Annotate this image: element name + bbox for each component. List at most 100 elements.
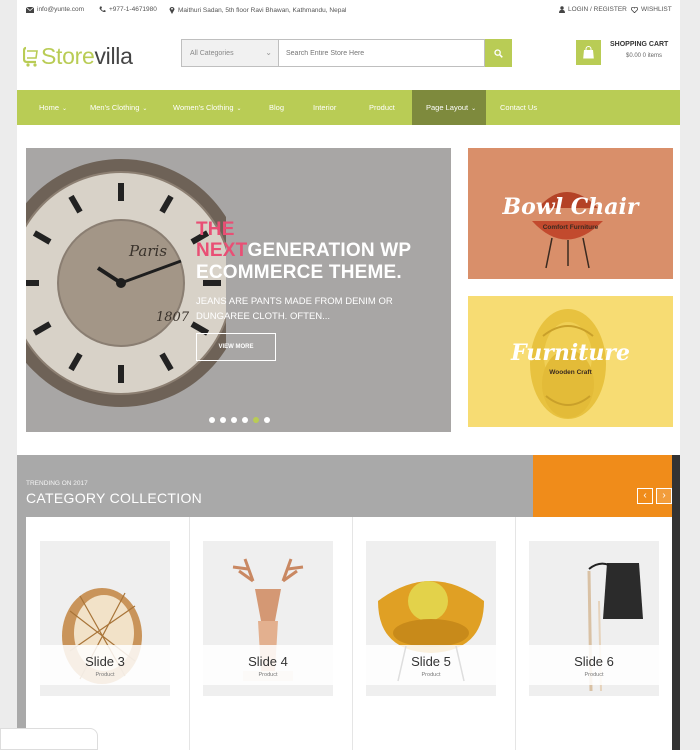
category-card[interactable]: Slide 5 Product bbox=[366, 541, 496, 696]
category-select-value: All Categories bbox=[190, 50, 234, 57]
address: Maithuri Sadan, 5th floor Ravi Bhawan, K… bbox=[169, 6, 346, 14]
card-subtitle: Product bbox=[258, 672, 278, 678]
logo-store-text: Store bbox=[41, 43, 95, 69]
card-subtitle: Product bbox=[421, 672, 441, 678]
card-divider bbox=[352, 517, 353, 750]
slider-dot[interactable] bbox=[242, 417, 248, 423]
nav-item-interior[interactable]: Interior bbox=[313, 90, 336, 125]
slider-dot[interactable] bbox=[231, 417, 237, 423]
search-button[interactable] bbox=[485, 39, 512, 67]
cart-summary: $0.00 0 items bbox=[626, 53, 663, 59]
nav-label: Product bbox=[369, 103, 395, 112]
envelope-icon bbox=[26, 6, 34, 13]
promo-title: Bowl Chair bbox=[502, 194, 639, 220]
slider-dots bbox=[209, 417, 270, 423]
clock-year: 1807 bbox=[156, 310, 190, 325]
slider-dot[interactable] bbox=[264, 417, 270, 423]
card-title: Slide 6 bbox=[574, 654, 614, 669]
user-icon bbox=[559, 6, 565, 13]
trending-label: TRENDING ON 2017 bbox=[26, 480, 88, 487]
category-card[interactable]: Slide 3 Product bbox=[40, 541, 170, 696]
nav-label: Home bbox=[39, 103, 60, 112]
hero-title-line-3: ECOMMERCE THEME. bbox=[196, 262, 402, 283]
category-collection: TRENDING ON 2017 CATEGORY COLLECTION ‹ ›… bbox=[17, 455, 680, 750]
address-text: Maithuri Sadan, 5th floor Ravi Bhawan, K… bbox=[178, 6, 347, 14]
promo-subtitle: Comfort Furniture bbox=[542, 224, 599, 231]
hero-title-line-2: NEXTGENERATION WP bbox=[196, 240, 411, 262]
carousel-arrows: ‹ › bbox=[637, 488, 672, 504]
phone-link[interactable]: +977-1-4671980 bbox=[99, 6, 157, 13]
promo-bowl-chair[interactable]: Bowl Chair Comfort Furniture bbox=[468, 148, 673, 279]
category-select[interactable]: All Categories ⌄ bbox=[181, 39, 278, 67]
hero-desc-line-1: JEANS ARE PANTS MADE FROM DENIM OR bbox=[196, 296, 393, 307]
card-divider bbox=[189, 517, 190, 750]
card-title: Slide 3 bbox=[85, 654, 125, 669]
hero-title-pink-1: THE bbox=[196, 219, 235, 240]
wishlist-link[interactable]: WISHLIST bbox=[631, 6, 672, 13]
card-title: Slide 4 bbox=[248, 654, 288, 669]
background-dark-edge bbox=[672, 455, 680, 750]
wall-clock-image bbox=[26, 159, 226, 407]
nav-label: Men's Clothing bbox=[90, 103, 140, 112]
hero-slider[interactable]: Paris 1807 THE NEXTGENERATION WP ECOMMER… bbox=[26, 148, 451, 432]
nav-item-contact-us[interactable]: Contact Us bbox=[500, 90, 537, 125]
card-caption: Slide 4 Product bbox=[203, 645, 333, 685]
page: info@yunte.com +977-1-4671980 Maithuri S… bbox=[17, 0, 680, 750]
card-caption: Slide 6 Product bbox=[529, 645, 659, 685]
nav-item-blog[interactable]: Blog bbox=[269, 90, 284, 125]
nav-label: Blog bbox=[269, 103, 285, 112]
category-cards: Slide 3 Product Slide 4 Product Slide 5 … bbox=[26, 517, 672, 750]
nav-label: Women's Clothing bbox=[173, 103, 234, 112]
chevron-down-icon: ⌄ bbox=[62, 106, 68, 112]
heart-icon bbox=[631, 6, 638, 13]
search-icon bbox=[494, 48, 503, 58]
category-card[interactable]: Slide 6 Product bbox=[529, 541, 659, 696]
site-logo[interactable]: Storevilla bbox=[23, 38, 133, 68]
chevron-down-icon: ⌄ bbox=[471, 106, 477, 112]
nav-item-home[interactable]: Home ⌄ bbox=[39, 90, 67, 125]
cart-logo-icon bbox=[23, 46, 38, 67]
chevron-left-icon[interactable]: ‹ bbox=[637, 488, 653, 504]
promo-furniture[interactable]: Furniture Wooden Craft bbox=[468, 296, 673, 427]
main-nav: Home ⌄ Men's Clothing ⌄ Women's Clothing ⌄ … bbox=[17, 90, 680, 125]
email-link[interactable]: info@yunte.com bbox=[26, 6, 84, 13]
slider-dot[interactable] bbox=[209, 417, 215, 423]
card-divider bbox=[515, 517, 516, 750]
map-pin-icon bbox=[169, 7, 175, 14]
top-bar: info@yunte.com +977-1-4671980 Maithuri S… bbox=[17, 0, 680, 20]
card-subtitle: Product bbox=[584, 672, 604, 678]
nav-label: Contact Us bbox=[500, 103, 538, 112]
chevron-down-icon: ⌄ bbox=[236, 106, 242, 112]
view-more-button[interactable]: VIEW MORE bbox=[196, 333, 276, 361]
nav-item-page-layout[interactable]: Page Layout ⌄ bbox=[426, 90, 476, 125]
email-text: info@yunte.com bbox=[37, 6, 85, 13]
slider-dot[interactable] bbox=[220, 417, 226, 423]
nav-label: Interior bbox=[313, 103, 337, 112]
chevron-down-icon: ⌄ bbox=[265, 48, 272, 57]
promo-title: Furniture bbox=[511, 340, 630, 366]
hero-desc-line-2: DUNGAREE CLOTH. OFTEN... bbox=[196, 311, 331, 322]
search-input[interactable] bbox=[278, 39, 485, 67]
phone-text: +977-1-4671980 bbox=[109, 6, 157, 13]
hero-title-pink-2: NEXT bbox=[196, 240, 248, 261]
chevron-right-icon[interactable]: › bbox=[656, 488, 672, 504]
wishlist-text: WISHLIST bbox=[641, 6, 672, 13]
slider-dot[interactable] bbox=[253, 417, 259, 423]
login-register-text: LOGIN / REGISTER bbox=[568, 6, 627, 13]
nav-item-womens-clothing[interactable]: Women's Clothing ⌄ bbox=[173, 90, 242, 125]
category-card[interactable]: Slide 4 Product bbox=[203, 541, 333, 696]
chevron-down-icon: ⌄ bbox=[142, 106, 148, 112]
card-title: Slide 5 bbox=[411, 654, 451, 669]
nav-item-product[interactable]: Product bbox=[369, 90, 395, 125]
nav-item-mens-clothing[interactable]: Men's Clothing ⌄ bbox=[90, 90, 147, 125]
phone-icon bbox=[99, 6, 106, 13]
card-subtitle: Product bbox=[95, 672, 115, 678]
logo-villa-text: villa bbox=[94, 43, 133, 69]
cart-button[interactable] bbox=[576, 40, 601, 65]
clock-word: Paris bbox=[129, 242, 168, 260]
promo-subtitle: Wooden Craft bbox=[549, 369, 592, 376]
login-register-link[interactable]: LOGIN / REGISTER bbox=[559, 6, 627, 13]
cart-title[interactable]: SHOPPING CART bbox=[610, 41, 668, 48]
bottom-corner-tab[interactable] bbox=[0, 728, 98, 750]
card-caption: Slide 5 Product bbox=[366, 645, 496, 685]
